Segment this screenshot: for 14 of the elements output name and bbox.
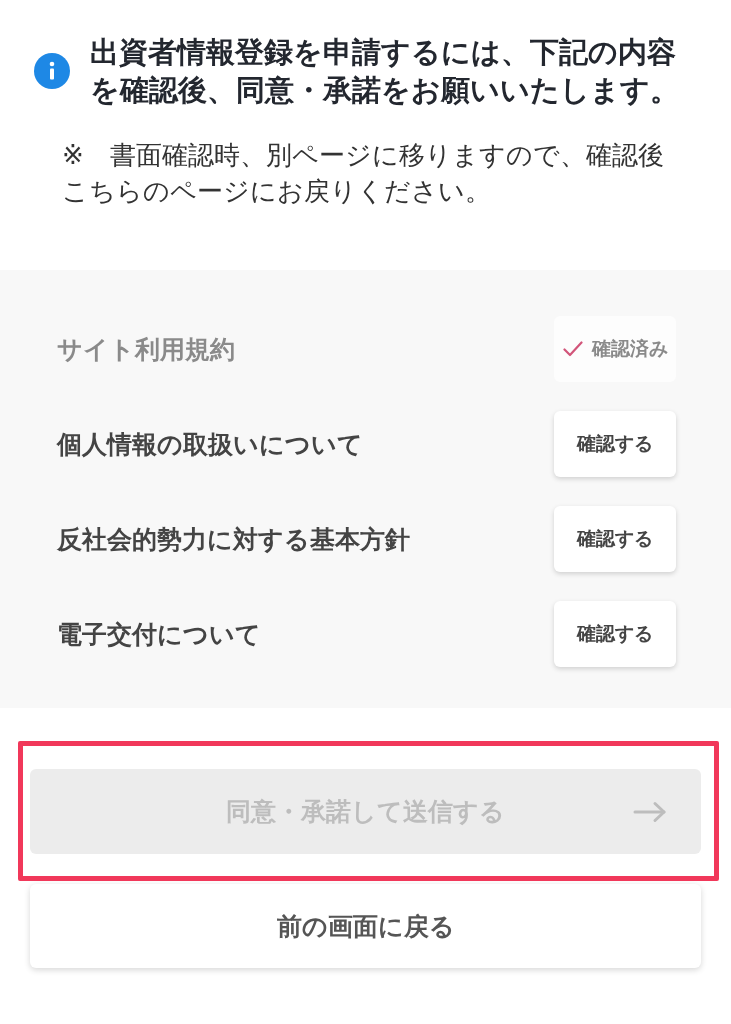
confirmed-status: 確認済み bbox=[591, 336, 668, 361]
document-label: サイト利用規約 bbox=[57, 333, 235, 366]
check-icon bbox=[562, 341, 583, 357]
notice-note: ※ 書面確認時、別ページに移りますので、確認後 こちらのページにお戻りください。 bbox=[62, 139, 665, 208]
confirm-button[interactable]: 確認する bbox=[554, 601, 676, 667]
notice-title: 出資者情報登録を申請するには、下記の内容 を確認後、同意・承諾をお願いいたします。 bbox=[90, 34, 679, 109]
confirm-button[interactable]: 確認する bbox=[554, 411, 676, 477]
info-icon bbox=[34, 53, 70, 89]
back-button[interactable]: 前の画面に戻る bbox=[30, 884, 701, 968]
arrow-right-icon bbox=[633, 800, 667, 823]
confirm-button[interactable]: 確認する bbox=[554, 506, 676, 572]
document-label: 個人情報の取扱いについて bbox=[57, 428, 363, 461]
document-label: 電子交付について bbox=[57, 618, 261, 651]
document-label: 反社会的勢力に対する基本方針 bbox=[57, 523, 410, 556]
